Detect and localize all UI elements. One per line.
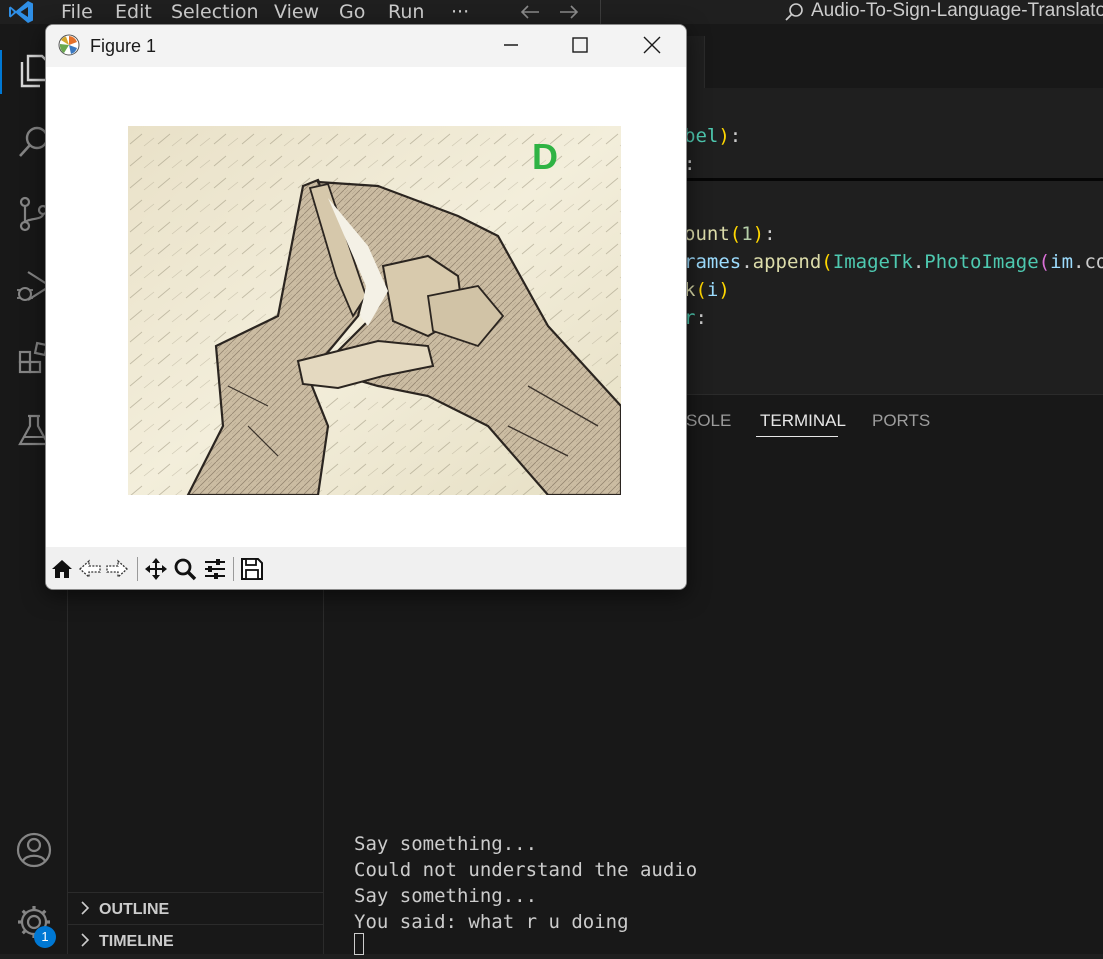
toolbar-separator (137, 557, 138, 581)
figure-title: Figure 1 (90, 36, 157, 56)
code-token: ) (752, 223, 765, 245)
search-text: Audio-To-Sign-Language-Translator- (811, 0, 1103, 21)
code-token: : (729, 125, 742, 147)
code-token: . (741, 251, 753, 273)
code-line[interactable]: k(i) (684, 276, 730, 304)
code-line[interactable]: rames.append(ImageTk.PhotoImage(im.co (684, 248, 1103, 276)
figure-toolbar (46, 547, 686, 589)
zoom-icon[interactable] (172, 556, 198, 582)
arrow-left-icon[interactable] (519, 2, 541, 22)
image-letter-label: D (532, 136, 558, 177)
timeline-label: TIMELINE (99, 933, 174, 950)
title-bar: File Edit Selection View Go Run ··· Audi… (0, 0, 1103, 26)
code-token: im (1050, 251, 1074, 273)
maximize-icon[interactable] (556, 25, 602, 65)
home-icon[interactable] (49, 556, 75, 582)
code-token: ) (718, 279, 730, 301)
figure-canvas[interactable]: D (46, 67, 686, 547)
matplotlib-icon (58, 34, 80, 56)
code-token: ount (684, 223, 730, 245)
terminal-line: Say something... (354, 833, 538, 855)
arrow-right-icon[interactable] (558, 2, 580, 22)
code-token: i (706, 279, 719, 301)
code-line[interactable]: ount(1): (684, 220, 776, 248)
menu-go[interactable]: Go (339, 0, 365, 24)
menu-edit[interactable]: Edit (115, 0, 152, 24)
tab-ports[interactable]: PORTS (872, 409, 930, 433)
code-token: append (752, 251, 822, 273)
code-token: . (912, 251, 925, 273)
active-tab-underline (756, 436, 838, 437)
code-line[interactable]: bel): (684, 122, 741, 150)
terminal-line: You said: what r u doing (354, 911, 629, 933)
code-token: ) (718, 125, 730, 147)
pan-icon[interactable] (143, 556, 169, 582)
menu-more[interactable]: ··· (451, 0, 469, 24)
terminal-line: Say something... (354, 885, 538, 907)
search-icon (785, 3, 803, 21)
code-token: ( (729, 223, 742, 245)
code-token: : (695, 307, 707, 329)
code-token: .co (1073, 251, 1103, 273)
figure-window[interactable]: Figure 1 D (45, 24, 687, 590)
accounts-icon[interactable] (14, 830, 54, 870)
code-token: ( (1038, 251, 1051, 273)
menu-view[interactable]: View (274, 0, 319, 24)
tab-terminal[interactable]: TERMINAL (760, 409, 846, 433)
code-token: ImageTk (832, 251, 913, 273)
minimize-icon[interactable] (488, 25, 534, 65)
configure-subplots-icon[interactable] (202, 556, 228, 582)
active-indicator (0, 50, 2, 94)
menu-file[interactable]: File (61, 0, 93, 24)
terminal-line: Could not understand the audio (354, 859, 698, 881)
menu-selection[interactable]: Selection (171, 0, 259, 24)
sign-language-hand-image: D (128, 126, 621, 495)
forward-icon[interactable] (104, 556, 130, 582)
vscode-logo-icon (9, 1, 33, 23)
manage-badge: 1 (34, 926, 56, 948)
outline-label: OUTLINE (99, 901, 170, 918)
menu-run[interactable]: Run (388, 0, 424, 24)
code-token: PhotoImage (924, 251, 1039, 273)
timeline-section-header[interactable]: TIMELINE (68, 924, 324, 956)
close-icon[interactable] (628, 25, 674, 65)
chevron-right-icon (81, 933, 90, 947)
code-token: bel (684, 125, 719, 147)
outline-section-header[interactable]: OUTLINE (68, 892, 324, 924)
code-token: ( (821, 251, 833, 273)
code-token: 1 (741, 223, 753, 245)
tab-debug-console[interactable]: SOLE (686, 409, 731, 433)
chevron-right-icon (81, 901, 90, 915)
back-icon[interactable] (77, 556, 103, 582)
figure-title-bar[interactable]: Figure 1 (46, 25, 686, 67)
terminal-cursor[interactable] (354, 933, 364, 955)
code-token: : (764, 223, 776, 245)
save-icon[interactable] (239, 556, 265, 582)
toolbar-separator (233, 557, 234, 581)
command-center-search[interactable]: Audio-To-Sign-Language-Translator- (600, 0, 1103, 26)
code-token: rames (684, 251, 742, 273)
code-line[interactable]: r: (684, 304, 707, 332)
code-token: ( (695, 279, 707, 301)
